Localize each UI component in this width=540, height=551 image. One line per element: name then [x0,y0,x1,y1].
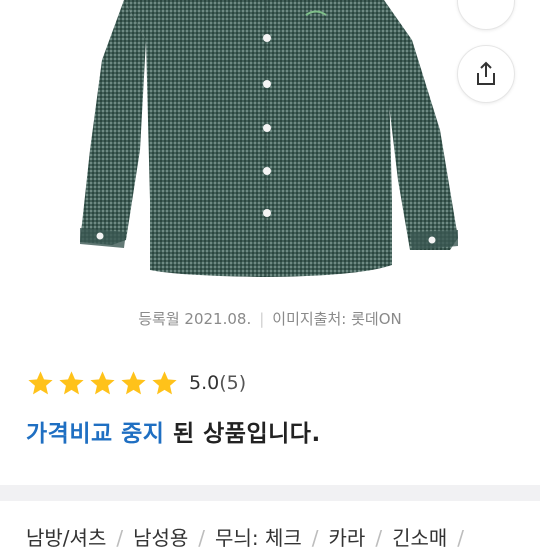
spec-tag: 카라 [328,526,366,550]
notice-text: 된 상품입니다. [164,421,321,447]
tag-separator: / [375,526,383,550]
tag-separator: / [116,526,124,550]
spec-tags: 남방/셔츠 / 남성용 / 무늬: 체크 / 카라 / 긴소매 / [26,522,474,551]
tag-separator: / [198,526,206,550]
product-image [0,0,540,296]
product-meta: 등록월 2021.08. | 이미지출처: 롯데ON [0,308,540,329]
star-icon [90,370,115,394]
star-icon [152,370,177,394]
notice-highlight: 가격비교 중지 [26,421,165,447]
rating[interactable]: 5.0(5) [26,366,246,400]
meta-separator: | [259,310,265,328]
spec-tag: 남성용 [133,526,189,550]
registered-date: 등록월 2021.08. [138,310,252,328]
spec-tag: 긴소매 [392,526,448,550]
spec-tag: 무늬: 체크 [215,526,302,550]
tag-separator: / [457,526,465,550]
star-rating [26,369,179,398]
star-icon [59,370,84,394]
section-divider [0,485,540,501]
rating-score: 5.0(5) [189,372,246,394]
share-button[interactable] [457,45,515,103]
star-icon [121,370,146,394]
rating-value: 5.0 [189,372,220,394]
review-count: (5) [219,372,247,394]
share-icon [477,61,495,85]
shirt-image [80,0,458,277]
image-source: 이미지출처: 롯데ON [272,310,402,328]
spec-tag: 남방/셔츠 [26,526,107,550]
tag-separator: / [311,526,319,550]
price-compare-notice: 가격비교 중지 된 상품입니다. [26,414,321,448]
star-icon [28,370,53,394]
